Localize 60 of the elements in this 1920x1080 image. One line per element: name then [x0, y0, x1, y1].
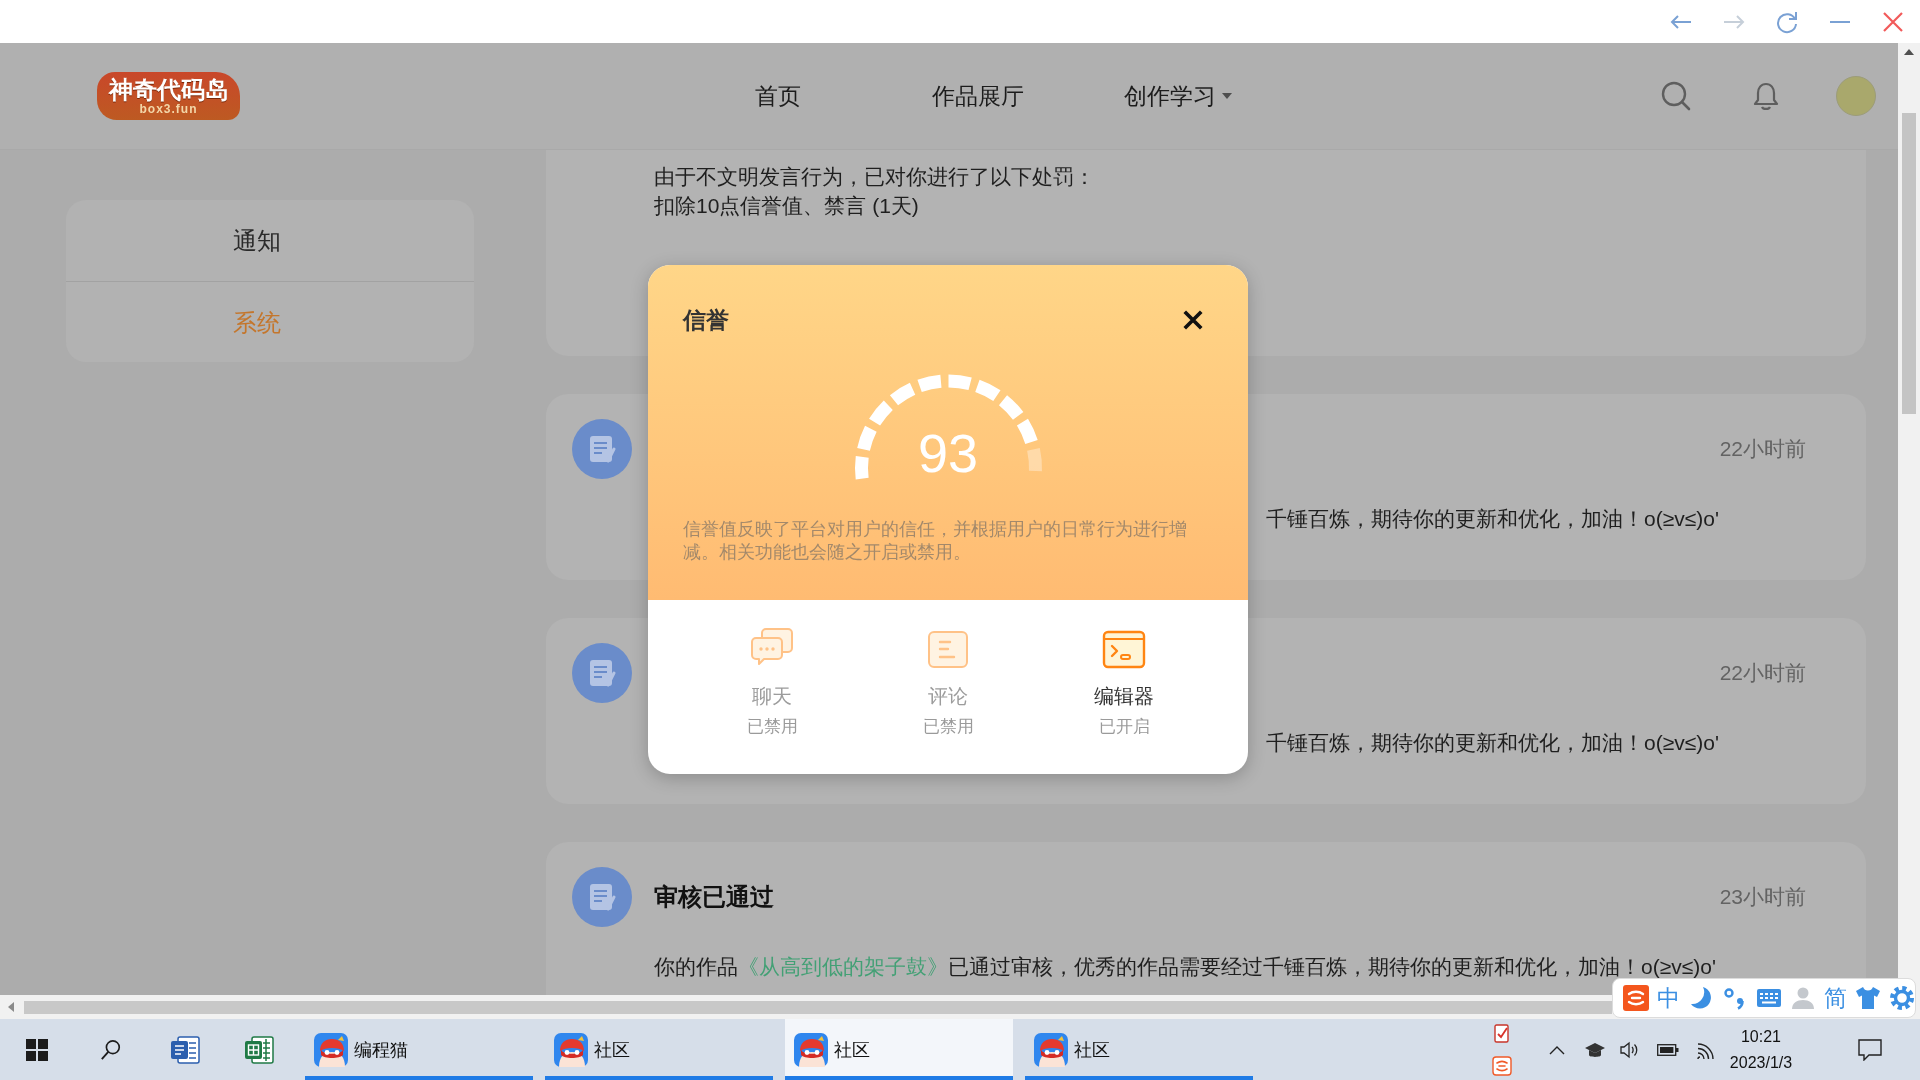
document-app-icon[interactable]	[169, 1033, 201, 1066]
taskbar-button[interactable]: 社区	[1025, 1019, 1253, 1080]
document-edit-icon	[572, 643, 632, 703]
message-text: 你的作品《从高到低的架子鼓》已通过审核，优秀的作品需要经过千锤百炼，期待你的更新和优化，加油！o(≥v≤)o'	[654, 955, 1716, 979]
refresh-icon[interactable]	[1775, 9, 1799, 34]
close-icon[interactable]	[1182, 309, 1204, 331]
dialog-description: 信誉值反映了平台对用户的信任，并根据用户的日常行为进行增减。相关功能也会随之开启或禁用。	[683, 518, 1188, 564]
document-edit-icon	[572, 419, 632, 479]
scrollbar-thumb[interactable]	[24, 1000, 1612, 1014]
sidebar-item[interactable]: 通知	[66, 200, 474, 281]
settings-icon[interactable]	[1889, 985, 1915, 1011]
input-method-logo-icon[interactable]	[1623, 985, 1649, 1011]
caret-left-icon[interactable]	[8, 1002, 14, 1012]
feature-label: 编辑器	[1094, 684, 1154, 709]
app-icon	[1034, 1032, 1068, 1067]
message-text: 千锤百炼，期待你的更新和优化，加油！o(≥v≤)o'	[1266, 507, 1719, 531]
feature-label: 评论	[928, 684, 968, 709]
taskbar-button[interactable]: 社区	[545, 1019, 773, 1080]
feature-status: 已禁用	[746, 716, 798, 738]
ime-script-toggle[interactable]: 简	[1824, 985, 1847, 1011]
feature-label: 聊天	[752, 684, 792, 709]
scrollbar-thumb[interactable]	[1902, 113, 1916, 414]
chevron-up-icon[interactable]	[1549, 1044, 1565, 1055]
logo-text: 神奇代码岛	[108, 76, 229, 103]
spreadsheet-app-icon[interactable]	[243, 1033, 275, 1066]
bell-icon[interactable]	[1752, 81, 1780, 111]
app-icon	[554, 1032, 588, 1067]
app-icon	[794, 1032, 828, 1067]
message-time: 22小时前	[1719, 436, 1806, 462]
document-check-icon[interactable]	[1492, 1023, 1512, 1044]
moon-icon[interactable]	[1688, 985, 1714, 1011]
speaker-icon[interactable]	[1619, 1039, 1639, 1060]
clock-date[interactable]: 2023/1/3	[1729, 1049, 1793, 1076]
dialog-title: 信誉	[683, 305, 729, 335]
search-icon[interactable]	[100, 1038, 122, 1061]
site-logo[interactable]: 神奇代码岛 box3.fun	[97, 72, 240, 120]
credit-score: 93	[917, 425, 979, 481]
logo-subtext: box3.fun	[139, 103, 198, 116]
battery-icon[interactable]	[1657, 1042, 1679, 1057]
document-edit-icon	[572, 867, 632, 927]
clock-time[interactable]: 10:21	[1740, 1023, 1781, 1050]
message-text: 扣除10点信誉值、禁言 (1天)	[654, 193, 919, 219]
message-title: 审核已通过	[654, 882, 774, 912]
nav-link[interactable]: 创作学习	[1124, 81, 1232, 111]
taskbar-button[interactable]: 编程猫	[305, 1019, 533, 1080]
start-menu-icon[interactable]	[26, 1038, 48, 1061]
caret-up-icon[interactable]	[1904, 49, 1914, 55]
input-method-icon[interactable]	[1492, 1055, 1512, 1076]
message-time: 22小时前	[1719, 660, 1806, 686]
message-time: 23小时前	[1719, 884, 1806, 910]
shirt-icon[interactable]	[1855, 985, 1881, 1011]
message-text: 由于不文明发言行为，已对你进行了以下处罚：	[654, 164, 1095, 190]
nav-link[interactable]: 作品展厅	[932, 81, 1024, 111]
feature-status: 已开启	[1098, 716, 1150, 738]
nav-link[interactable]: 首页	[755, 81, 801, 111]
app-icon	[314, 1032, 348, 1067]
message-text: 千锤百炼，期待你的更新和优化，加油！o(≥v≤)o'	[1266, 731, 1719, 755]
notification-icon[interactable]	[1858, 1038, 1882, 1061]
feature-status: 已禁用	[922, 716, 974, 738]
taskbar-button[interactable]: 社区	[785, 1019, 1013, 1080]
